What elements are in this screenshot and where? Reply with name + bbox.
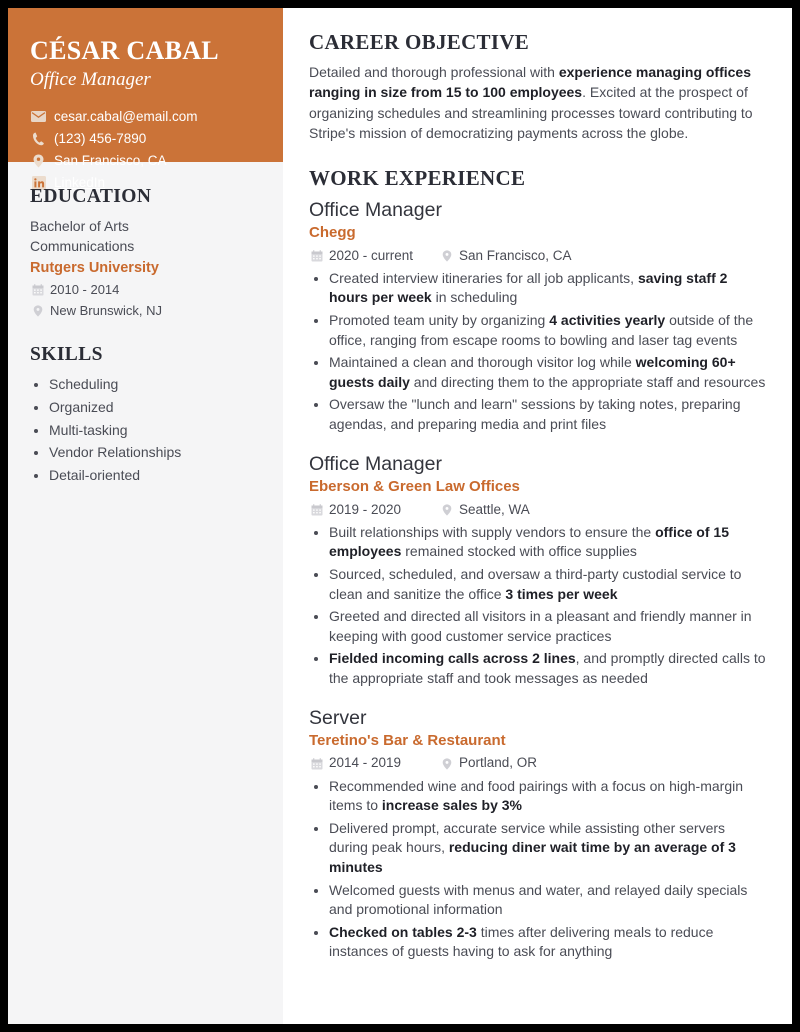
job-title: Office Manager	[309, 198, 442, 221]
job-company: Teretino's Bar & Restaurant	[309, 731, 506, 749]
job-location-text: San Francisco, CA	[459, 247, 572, 263]
job-bullet: Welcomed guests with menus and water, an…	[329, 881, 766, 920]
location-pin-icon	[30, 154, 47, 168]
job-location: Portland, OR	[439, 753, 537, 773]
job-meta: 2019 - 2020 Seattle, WA	[309, 500, 766, 520]
job-bullets: Created interview itineraries for all jo…	[309, 269, 766, 435]
job-entry: Office Manager Chegg 2020 - current San …	[309, 198, 766, 435]
contact-location-text: San Francisco, CA	[54, 153, 167, 169]
education-degree: Bachelor of Arts	[30, 218, 129, 234]
job-location-text: Seattle, WA	[459, 501, 530, 517]
contact-phone[interactable]: (123) 456-7890	[30, 129, 261, 148]
education-dates-text: 2010 - 2014	[50, 282, 120, 298]
job-bullet: Created interview itineraries for all jo…	[329, 269, 766, 308]
sidebar-body: EDUCATION Bachelor of Arts Communication…	[8, 162, 283, 487]
email-icon	[30, 111, 47, 123]
education-field: Communications	[30, 238, 135, 255]
job-dates: 2019 - 2020	[309, 500, 439, 520]
contact-email-text: cesar.cabal@email.com	[54, 108, 198, 124]
work-experience-heading: WORK EXPERIENCE	[309, 165, 526, 190]
job-title: Server	[309, 706, 367, 729]
calendar-icon	[30, 284, 45, 296]
main-content: CAREER OBJECTIVE Detailed and thorough p…	[283, 8, 792, 1024]
education-location-text: New Brunswick, NJ	[50, 302, 162, 318]
calendar-icon	[309, 249, 324, 262]
job-dates-text: 2014 - 2019	[329, 755, 402, 771]
location-pin-icon	[439, 250, 454, 262]
job-bullets: Built relationships with supply vendors …	[309, 523, 766, 689]
job-dates-text: 2019 - 2020	[329, 501, 402, 517]
job-dates-text: 2020 - current	[329, 247, 414, 263]
phone-icon	[30, 132, 47, 146]
candidate-role: Office Manager	[30, 69, 151, 91]
job-location: San Francisco, CA	[439, 246, 572, 266]
job-bullets: Recommended wine and food pairings with …	[309, 777, 766, 962]
career-objective-text: Detailed and thorough professional with …	[309, 64, 753, 142]
skill-item: Organized	[49, 397, 261, 419]
education-school: Rutgers University	[30, 259, 159, 276]
education-location: New Brunswick, NJ	[30, 301, 261, 321]
job-title: Office Manager	[309, 452, 442, 475]
calendar-icon	[309, 503, 324, 516]
job-meta: 2014 - 2019 Portland, OR	[309, 753, 766, 773]
job-bullet: Promoted team unity by organizing 4 acti…	[329, 311, 766, 350]
skills-list: Scheduling Organized Multi-tasking Vendo…	[30, 374, 261, 486]
job-entry: Office Manager Eberson & Green Law Offic…	[309, 452, 766, 689]
job-meta: 2020 - current San Francisco, CA	[309, 246, 766, 266]
resume-page: CÉSAR CABAL Office Manager cesar.cabal@e…	[8, 8, 792, 1024]
career-objective-heading: CAREER OBJECTIVE	[309, 30, 530, 54]
contact-phone-text: (123) 456-7890	[54, 131, 147, 147]
job-bullet: Maintained a clean and thorough visitor …	[329, 353, 766, 392]
skill-item: Vendor Relationships	[49, 442, 261, 464]
contact-email[interactable]: cesar.cabal@email.com	[30, 107, 261, 126]
skill-item: Scheduling	[49, 374, 261, 396]
job-location: Seattle, WA	[439, 500, 530, 520]
education-dates: 2010 - 2014	[30, 280, 261, 300]
job-company: Eberson & Green Law Offices	[309, 478, 520, 495]
calendar-icon	[309, 757, 324, 770]
job-bullet: Fielded incoming calls across 2 lines, a…	[329, 649, 766, 688]
skill-item: Multi-tasking	[49, 420, 261, 442]
location-pin-icon	[439, 504, 454, 516]
skill-item: Detail-oriented	[49, 465, 261, 487]
job-entry: Server Teretino's Bar & Restaurant 2014 …	[309, 706, 766, 962]
job-bullet: Delivered prompt, accurate service while…	[329, 819, 766, 878]
sidebar: CÉSAR CABAL Office Manager cesar.cabal@e…	[8, 8, 283, 1024]
job-location-text: Portland, OR	[459, 755, 538, 771]
education-heading: EDUCATION	[30, 186, 152, 207]
job-bullet: Sourced, scheduled, and oversaw a third-…	[329, 565, 766, 604]
job-bullet: Checked on tables 2-3 times after delive…	[329, 923, 766, 962]
job-bullet: Recommended wine and food pairings with …	[329, 777, 766, 816]
skills-heading: SKILLS	[30, 344, 103, 366]
location-pin-icon	[30, 304, 45, 317]
job-bullet: Greeted and directed all visitors in a p…	[329, 607, 766, 646]
location-pin-icon	[439, 757, 454, 770]
job-dates: 2020 - current	[309, 246, 439, 266]
sidebar-header: CÉSAR CABAL Office Manager cesar.cabal@e…	[8, 8, 283, 190]
job-dates: 2014 - 2019	[309, 753, 439, 773]
candidate-name: CÉSAR CABAL	[30, 36, 219, 65]
job-bullet: Built relationships with supply vendors …	[329, 523, 766, 562]
job-bullet: Oversaw the "lunch and learn" sessions b…	[329, 395, 766, 434]
job-company: Chegg	[309, 224, 356, 242]
